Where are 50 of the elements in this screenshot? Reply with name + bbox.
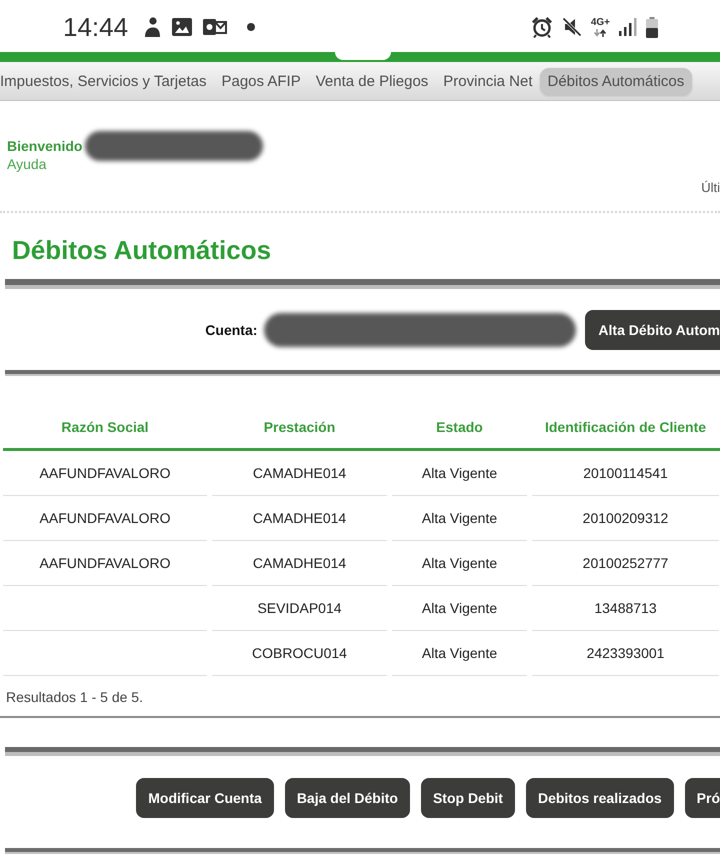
action-button[interactable]: Pró (684, 778, 720, 818)
add-debit-button[interactable]: Alta Débito Autom (585, 310, 720, 350)
nav-tab[interactable]: Provincia Net (436, 68, 540, 94)
table-cell: Alta Vigente (422, 510, 498, 526)
image-icon (172, 18, 192, 36)
table-cell: 20100209312 (582, 510, 668, 526)
table-cell: Alta Vigente (422, 600, 498, 616)
signal-icon (619, 18, 637, 36)
table-cell: AAFUNDFAVALORO (40, 510, 170, 526)
table-cell: COBROCU014 (252, 645, 347, 661)
table-cell: 13488713 (594, 600, 657, 616)
nav-tab[interactable]: Pagos AFIP (214, 68, 308, 94)
page-title: Débitos Automáticos (12, 234, 272, 267)
last-access-label: Últi (701, 180, 720, 195)
header-notch (335, 52, 391, 60)
nav-tab[interactable]: Impuestos, Servicios y Tarjetas (0, 68, 214, 94)
table-cell: CAMADHE014 (252, 555, 346, 571)
network-type-label: 4G+ (590, 18, 610, 28)
table-cell: Alta Vigente (422, 465, 498, 481)
action-button[interactable]: Debitos realizados (526, 778, 674, 818)
table-cell: AAFUNDFAVALORO (40, 465, 170, 481)
data-arrows-icon (593, 28, 608, 36)
nav-tab[interactable]: Venta de Pliegos (308, 68, 436, 94)
action-button[interactable]: Modificar Cuenta (136, 778, 274, 818)
table-cell: Alta Vigente (422, 555, 498, 571)
table-cell: 20100252777 (582, 555, 668, 571)
results-count: Resultados 1 - 5 de 5. (6, 688, 143, 707)
account-label: Cuenta: (205, 322, 258, 338)
welcome-label: Bienvenido (7, 138, 82, 154)
person-icon (143, 17, 162, 37)
table-cell: CAMADHE014 (252, 510, 346, 526)
clock-time: 14:44 (63, 12, 128, 42)
column-header: Razón Social (61, 418, 149, 434)
mail-icon (203, 18, 228, 36)
table-cell: 2423393001 (586, 645, 664, 661)
table-cell: AAFUNDFAVALORO (40, 555, 170, 571)
table-cell: CAMADHE014 (252, 465, 346, 481)
column-header: Prestación (264, 418, 336, 434)
action-button[interactable]: Stop Debit (420, 778, 515, 818)
column-header: Identificación de Cliente (544, 418, 706, 434)
action-button[interactable]: Baja del Débito (284, 778, 410, 818)
table-cell: SEVIDAP014 (257, 600, 342, 616)
alarm-clock-icon (530, 16, 553, 38)
dot-icon (247, 23, 256, 31)
battery-icon (646, 16, 658, 38)
table-cell: Alta Vigente (422, 645, 498, 661)
mute-icon (562, 17, 582, 37)
column-header: Estado (436, 418, 483, 434)
nav-tab[interactable]: Débitos Automáticos (540, 68, 692, 94)
table-cell: 20100114541 (583, 465, 668, 481)
